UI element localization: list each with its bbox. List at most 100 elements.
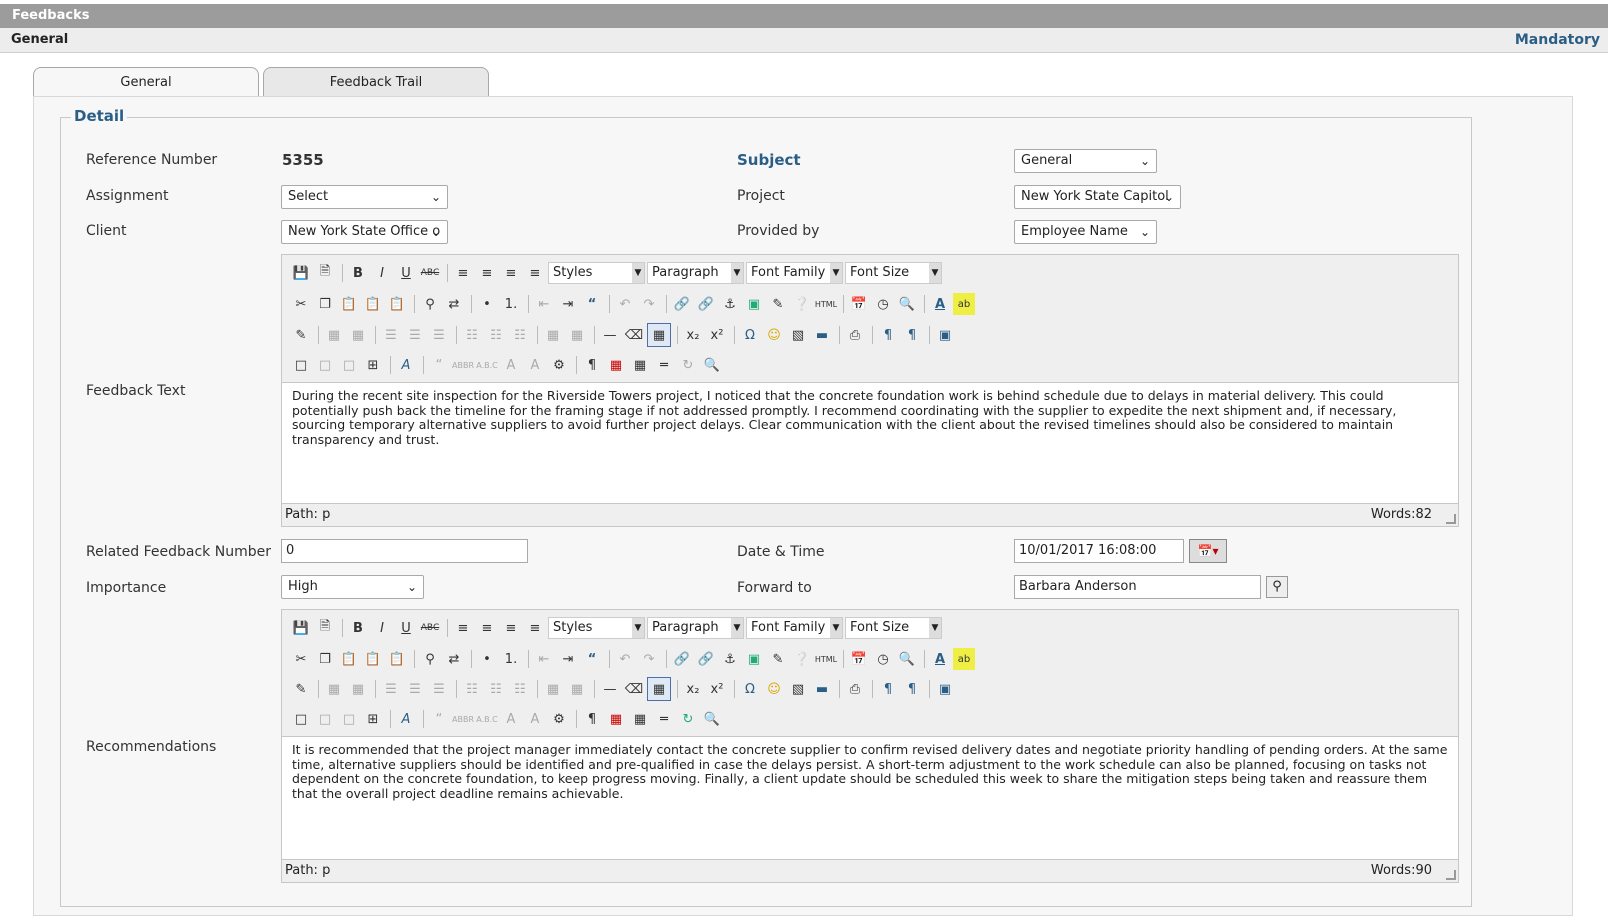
attribs-icon[interactable]: ⚙ (548, 708, 570, 730)
date-time-input[interactable]: 10/01/2017 16:08:00 (1014, 539, 1184, 563)
italic-button[interactable]: I (371, 617, 393, 639)
ins-icon[interactable]: A (524, 354, 546, 376)
insert-date-icon[interactable]: 📅 (848, 293, 870, 315)
delete-col-icon[interactable]: ☷ (509, 324, 531, 346)
recommendations-content[interactable]: It is recommended that the project manag… (282, 736, 1458, 860)
project-select[interactable]: New York State Capitol ⌄ (1014, 185, 1181, 209)
find-icon[interactable]: ⚲ (419, 293, 441, 315)
eraser-icon[interactable]: ⌫ (623, 678, 645, 700)
superscript-icon[interactable]: x² (706, 324, 728, 346)
paste-word-icon[interactable]: 📋 (386, 293, 408, 315)
abbr-icon[interactable]: ABBR (452, 708, 474, 730)
absolute-position-icon[interactable]: ⊞ (362, 354, 384, 376)
merge-cells-icon[interactable]: ▦ (566, 324, 588, 346)
forward-to-search-button[interactable]: ⚲ (1266, 576, 1288, 598)
ltr-icon[interactable]: ¶ (877, 678, 899, 700)
nonbreaking-icon[interactable]: ▦ (605, 708, 627, 730)
bold-button[interactable]: B (347, 262, 369, 284)
print-icon[interactable]: ⎙ (844, 678, 866, 700)
table-icon[interactable]: ▦ (647, 323, 671, 347)
move-forward-icon[interactable]: □ (314, 708, 336, 730)
calendar-picker-button[interactable]: 📅▾ (1189, 539, 1227, 563)
insert-row-after-icon[interactable]: ☰ (404, 678, 426, 700)
move-forward-icon[interactable]: □ (314, 354, 336, 376)
horizontal-rule-icon[interactable]: — (599, 324, 621, 346)
importance-select[interactable]: High ⌄ (281, 575, 424, 599)
style-props-icon[interactable]: A (395, 708, 417, 730)
align-right-icon[interactable]: ≡ (500, 262, 522, 284)
insert-col-after-icon[interactable]: ☷ (485, 324, 507, 346)
copy-icon[interactable]: ❐ (314, 293, 336, 315)
acronym-icon[interactable]: A.B.C (476, 354, 498, 376)
new-document-icon[interactable]: 🗎 (314, 617, 336, 639)
preview-icon[interactable]: 🔍 (896, 293, 918, 315)
insert-time-icon[interactable]: ◷ (872, 648, 894, 670)
font-size-dropdown[interactable]: Font Size ▼ (845, 262, 942, 284)
special-char-icon[interactable]: Ω (739, 678, 761, 700)
html-icon[interactable]: HTML (815, 293, 837, 315)
assignment-select[interactable]: Select ⌄ (281, 185, 448, 209)
attribs-icon[interactable]: ⚙ (548, 354, 570, 376)
rtl-icon[interactable]: ¶ (901, 324, 923, 346)
redo-icon[interactable]: ↷ (638, 648, 660, 670)
nonbreaking-icon[interactable]: ▦ (605, 354, 627, 376)
media-icon[interactable]: ▧ (787, 678, 809, 700)
table-cell-props-icon[interactable]: ▦ (347, 324, 369, 346)
html-icon[interactable]: HTML (815, 648, 837, 670)
emoticon-icon[interactable]: ☺ (763, 678, 785, 700)
visual-chars-icon[interactable]: ¶ (581, 708, 603, 730)
delete-row-icon[interactable]: ☰ (428, 678, 450, 700)
fullscreen-icon[interactable]: ▣ (934, 324, 956, 346)
indent-icon[interactable]: ⇥ (557, 293, 579, 315)
edit-form-icon[interactable]: ✎ (290, 678, 312, 700)
align-justify-icon[interactable]: ≡ (524, 617, 546, 639)
redo-icon[interactable]: ↷ (638, 293, 660, 315)
replace-icon[interactable]: ⇄ (443, 648, 465, 670)
page-break-icon[interactable]: ═ (653, 354, 675, 376)
image-icon[interactable]: ▣ (743, 293, 765, 315)
del-icon[interactable]: A (500, 708, 522, 730)
cite-icon[interactable]: “ (428, 354, 450, 376)
insert-col-before-icon[interactable]: ☷ (461, 678, 483, 700)
bullet-list-icon[interactable]: • (476, 293, 498, 315)
align-center-icon[interactable]: ≡ (476, 262, 498, 284)
numbered-list-icon[interactable]: 1. (500, 648, 522, 670)
numbered-list-icon[interactable]: 1. (500, 293, 522, 315)
highlight-color-icon[interactable]: ab (953, 648, 975, 670)
cite-icon[interactable]: “ (428, 708, 450, 730)
insert-layer-icon[interactable]: □ (290, 708, 312, 730)
table-row-props-icon[interactable]: ▦ (323, 324, 345, 346)
special-char-icon[interactable]: Ω (739, 324, 761, 346)
help-icon[interactable]: ❔ (791, 648, 813, 670)
ltr-icon[interactable]: ¶ (877, 324, 899, 346)
unlink-icon[interactable]: 🔗 (695, 648, 717, 670)
strikethrough-button[interactable]: ABC (419, 262, 441, 284)
underline-button[interactable]: U (395, 617, 417, 639)
del-icon[interactable]: A (500, 354, 522, 376)
rtl-icon[interactable]: ¶ (901, 678, 923, 700)
font-family-dropdown[interactable]: Font Family ▼ (746, 262, 843, 284)
insert-row-before-icon[interactable]: ☰ (380, 678, 402, 700)
abbr-icon[interactable]: ABBR (452, 354, 474, 376)
paste-icon[interactable]: 📋 (338, 648, 360, 670)
help-icon[interactable]: ❔ (791, 293, 813, 315)
spellcheck-icon[interactable]: 🔍 (701, 354, 723, 376)
paste-text-icon[interactable]: 📋 (362, 648, 384, 670)
copy-icon[interactable]: ❐ (314, 648, 336, 670)
print-icon[interactable]: ⎙ (844, 324, 866, 346)
paragraph-dropdown[interactable]: Paragraph ▼ (647, 617, 744, 639)
style-props-icon[interactable]: A (395, 354, 417, 376)
preview-icon[interactable]: 🔍 (896, 648, 918, 670)
emoticon-icon[interactable]: ☺ (763, 324, 785, 346)
eraser-icon[interactable]: ⌫ (623, 324, 645, 346)
font-family-dropdown[interactable]: Font Family ▼ (746, 617, 843, 639)
feedback-text-content[interactable]: During the recent site inspection for th… (282, 382, 1458, 504)
insert-row-after-icon[interactable]: ☰ (404, 324, 426, 346)
strikethrough-button[interactable]: ABC (419, 617, 441, 639)
horizontal-rule-icon[interactable]: — (599, 678, 621, 700)
client-select[interactable]: New York State Office o ⌄ (281, 220, 448, 244)
ins-icon[interactable]: A (524, 708, 546, 730)
align-center-icon[interactable]: ≡ (476, 617, 498, 639)
align-left-icon[interactable]: ≡ (452, 617, 474, 639)
subscript-icon[interactable]: x₂ (682, 324, 704, 346)
